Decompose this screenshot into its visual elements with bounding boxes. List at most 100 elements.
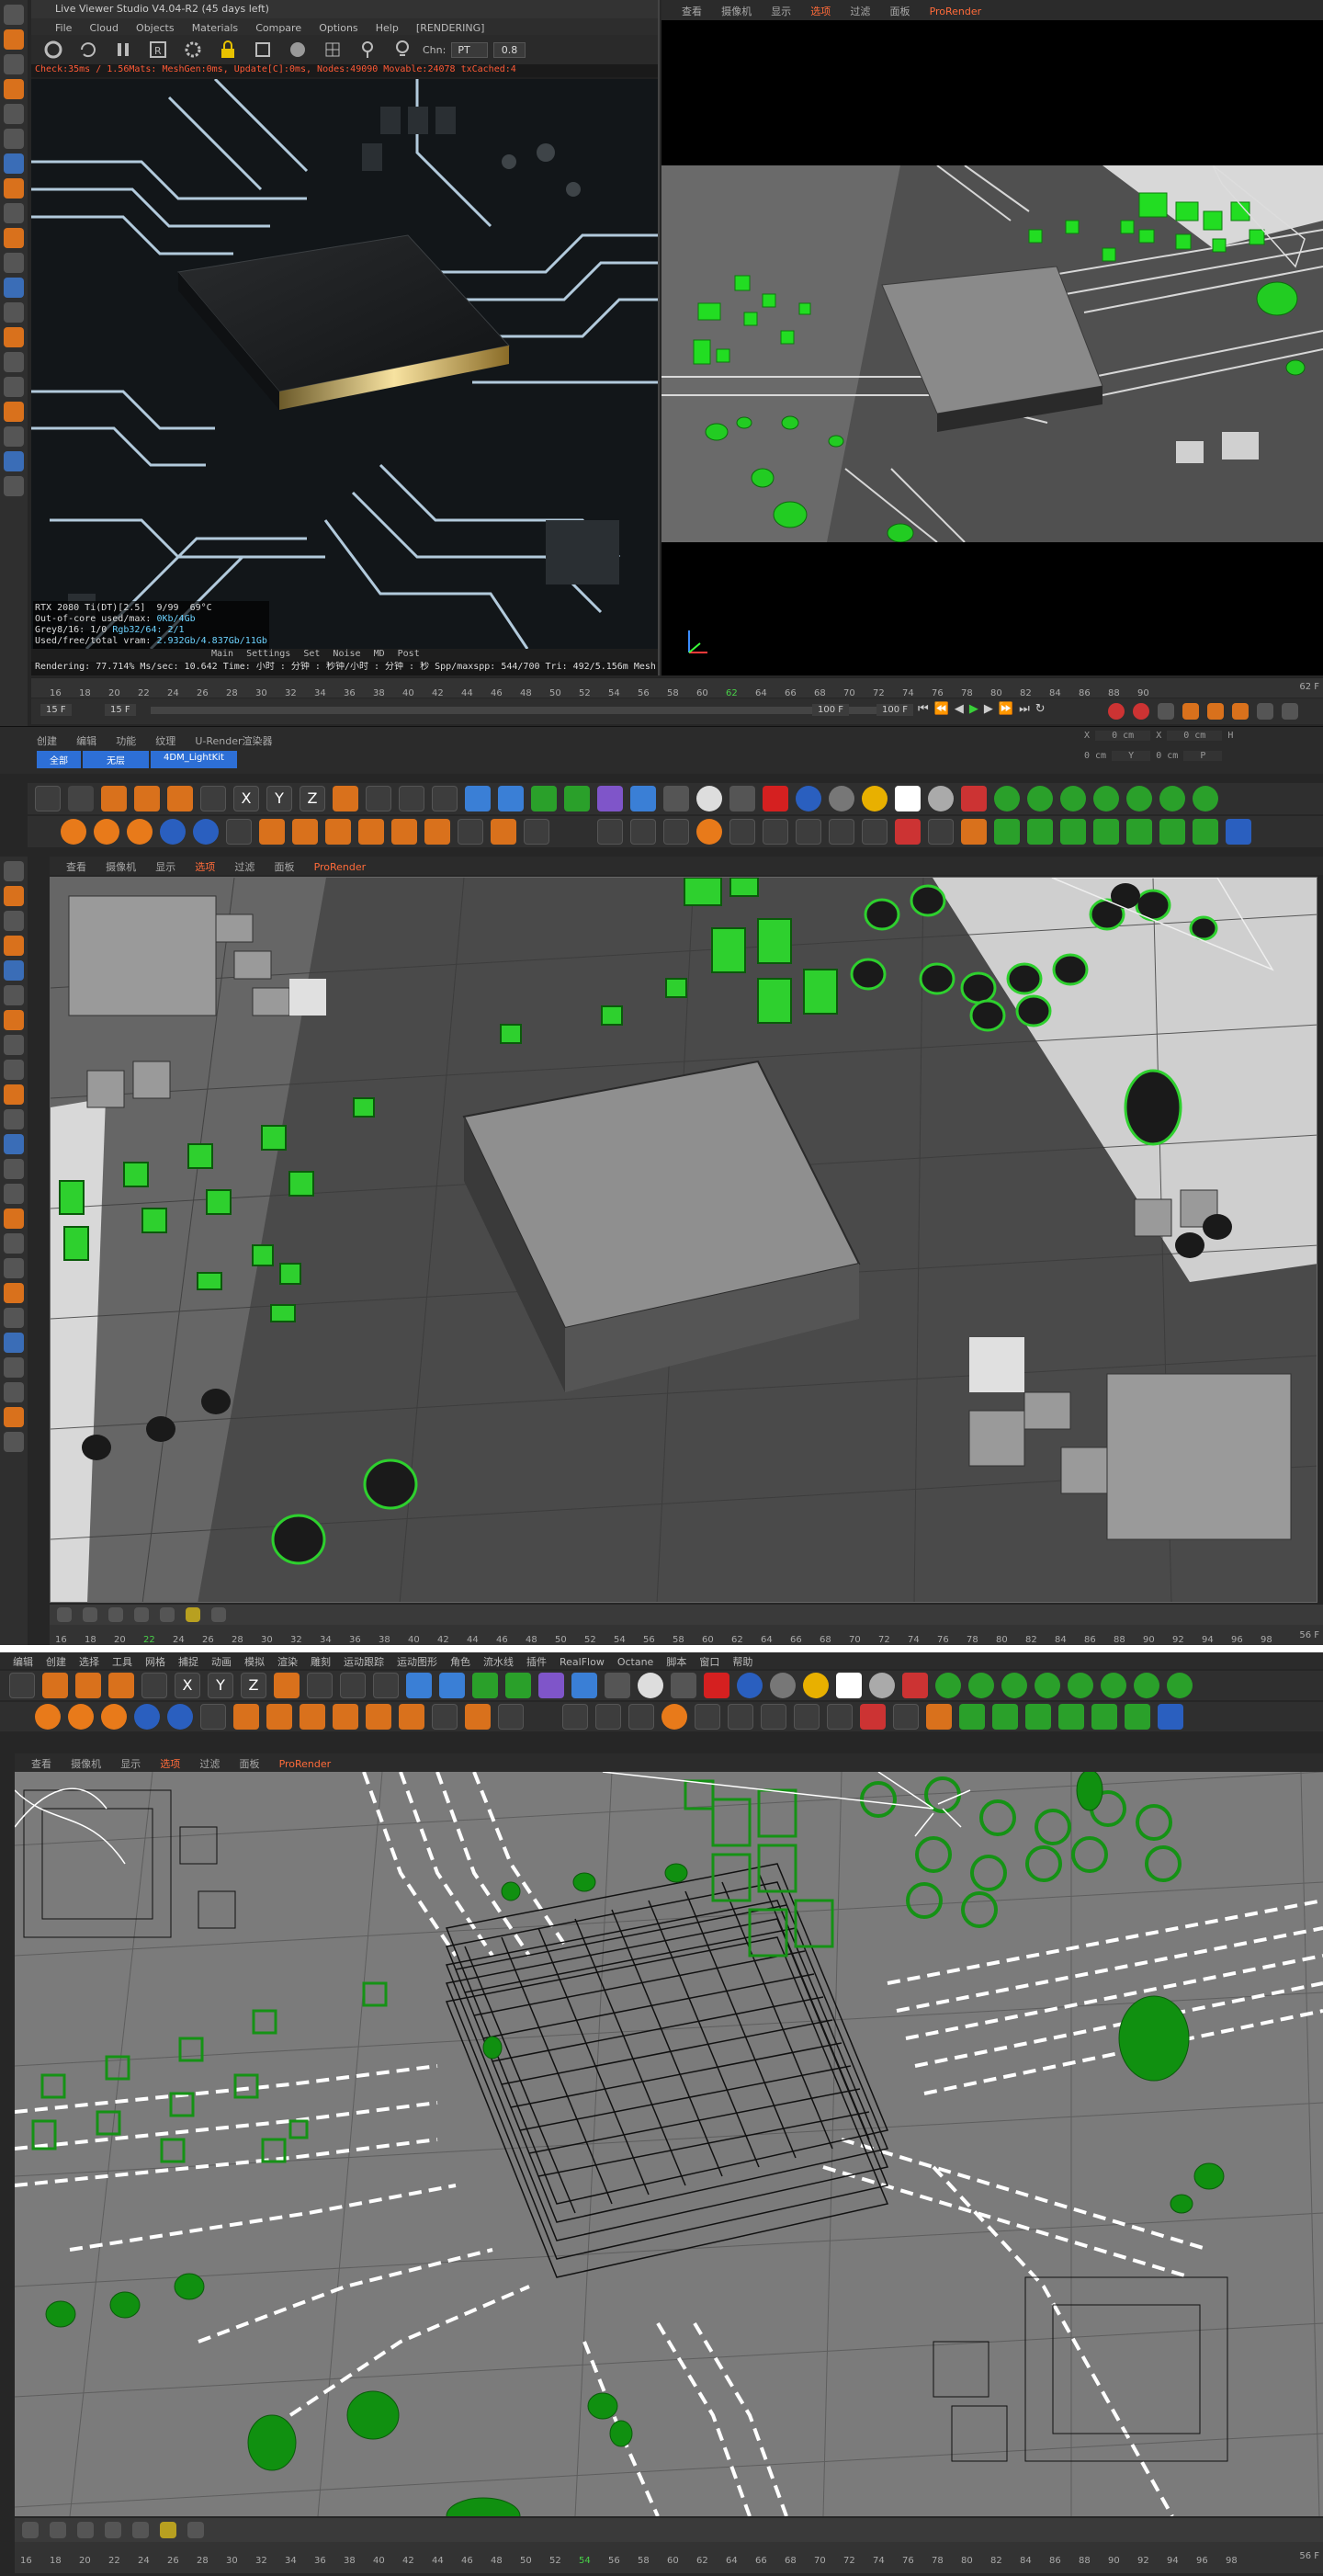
next-key-icon[interactable]: ⏩ xyxy=(999,702,1013,716)
menu-objects[interactable]: Objects xyxy=(136,22,175,34)
object-icon[interactable] xyxy=(1091,1704,1117,1730)
paint-icon[interactable] xyxy=(562,1704,588,1730)
record-icon[interactable] xyxy=(704,1673,729,1698)
object-icon[interactable] xyxy=(1159,819,1185,845)
object-icon[interactable] xyxy=(992,1704,1018,1730)
octane-icon[interactable] xyxy=(671,1673,696,1698)
tl-icon[interactable] xyxy=(186,1607,200,1622)
refresh-icon[interactable] xyxy=(75,37,101,62)
render-picture-icon[interactable] xyxy=(340,1673,366,1698)
camera-icon[interactable] xyxy=(663,786,689,811)
record-icon[interactable] xyxy=(763,786,788,811)
tool-icon[interactable] xyxy=(4,153,24,174)
gear-icon[interactable] xyxy=(968,1673,994,1698)
tool-icon[interactable] xyxy=(4,1432,24,1452)
deformer-icon[interactable] xyxy=(597,786,623,811)
object-icon[interactable] xyxy=(1158,1704,1183,1730)
tool-icon[interactable] xyxy=(4,5,24,25)
camera-icon[interactable] xyxy=(605,1673,630,1698)
main-menu-item[interactable]: 工具 xyxy=(112,1656,132,1668)
cloner-icon[interactable] xyxy=(564,786,590,811)
tool-icon[interactable] xyxy=(4,1159,24,1179)
record-icon[interactable] xyxy=(1108,703,1125,720)
menu-options[interactable]: Options xyxy=(319,22,357,34)
tab-settings[interactable]: Settings xyxy=(246,649,290,659)
rect-light-icon[interactable] xyxy=(895,786,921,811)
tool-icon[interactable] xyxy=(4,1010,24,1030)
square-icon[interactable] xyxy=(250,37,276,62)
scale-icon[interactable] xyxy=(134,786,160,811)
gear-icon[interactable] xyxy=(1101,1673,1126,1698)
light-icon[interactable] xyxy=(390,37,415,62)
tool-icon[interactable] xyxy=(4,1258,24,1278)
menu-filter[interactable]: 过滤 xyxy=(850,6,870,17)
tool-icon[interactable] xyxy=(4,886,24,906)
main-menu-item[interactable]: 雕刻 xyxy=(311,1656,331,1668)
go-end-icon[interactable]: ⏭ xyxy=(1019,702,1030,716)
main-menu-item[interactable]: 模拟 xyxy=(244,1656,265,1668)
coord-value[interactable]: P xyxy=(1183,751,1223,761)
object-icon[interactable] xyxy=(1193,819,1218,845)
viewport-top-right[interactable]: 查看 摄像机 显示 选项 过滤 面板 ProRender xyxy=(662,0,1323,675)
tab-all[interactable]: 全部 xyxy=(37,751,81,768)
pen-icon[interactable] xyxy=(498,786,524,811)
timeline-middle[interactable]: 16 18 20 22 24 26 28 30 32 34 36 38 40 42 44 46 48 50 52 54… xyxy=(50,1605,1323,1645)
tab-set[interactable]: Set xyxy=(303,649,320,659)
loop-icon[interactable]: ↻ xyxy=(1035,702,1046,716)
layout-icon[interactable] xyxy=(524,819,549,845)
tool-icon[interactable] xyxy=(4,178,24,199)
menu-filter[interactable]: 过滤 xyxy=(199,1758,220,1770)
tool-icon[interactable] xyxy=(4,1308,24,1328)
tool-icon[interactable] xyxy=(4,253,24,273)
prev-frame-icon[interactable]: ◀ xyxy=(955,702,964,716)
tl-icon[interactable] xyxy=(83,1607,97,1622)
nav-icon[interactable] xyxy=(300,1704,325,1730)
om-menu-create[interactable]: 创建 xyxy=(37,735,57,747)
keyframe-icon[interactable] xyxy=(827,1704,853,1730)
main-menu-item[interactable]: 脚本 xyxy=(666,1656,686,1668)
tool-icon[interactable] xyxy=(4,129,24,149)
rotate-key-icon[interactable] xyxy=(1207,703,1224,720)
tl-icon[interactable] xyxy=(134,1607,149,1622)
nav-icon[interactable] xyxy=(358,819,384,845)
tool-icon[interactable] xyxy=(4,228,24,248)
gear-icon[interactable] xyxy=(1126,786,1152,811)
exposure-field[interactable]: 0.8 xyxy=(492,41,526,58)
main-menu-item[interactable]: 运动跟踪 xyxy=(344,1656,384,1668)
param-key-icon[interactable] xyxy=(1257,703,1273,720)
tool-icon[interactable] xyxy=(4,1109,24,1129)
grid-icon[interactable] xyxy=(160,819,186,845)
menu-filter[interactable]: 过滤 xyxy=(234,861,254,873)
menu-options[interactable]: 选项 xyxy=(195,861,215,873)
menu-prorender[interactable]: ProRender xyxy=(279,1758,332,1770)
menu-compare[interactable]: Compare xyxy=(255,22,301,34)
tl-icon[interactable] xyxy=(22,2522,39,2538)
light-icon[interactable] xyxy=(638,1673,663,1698)
cube-icon[interactable] xyxy=(465,786,491,811)
half-circle-icon[interactable] xyxy=(829,786,854,811)
gear-icon[interactable] xyxy=(40,37,66,62)
sphere-icon[interactable] xyxy=(61,819,86,845)
min-frame-field[interactable]: 15 F xyxy=(105,704,136,716)
main-menu-item[interactable]: 运动图形 xyxy=(397,1656,437,1668)
snap-icon[interactable] xyxy=(662,1704,687,1730)
main-menu-item[interactable]: 网格 xyxy=(145,1656,165,1668)
gear-icon[interactable] xyxy=(1001,1673,1027,1698)
select-icon[interactable] xyxy=(9,1673,35,1698)
light-icon[interactable] xyxy=(696,786,722,811)
coord-system-icon[interactable] xyxy=(274,1673,300,1698)
move-key-icon[interactable] xyxy=(1182,703,1199,720)
main-menu-item[interactable]: 窗口 xyxy=(699,1656,719,1668)
select-icon[interactable] xyxy=(35,786,61,811)
material-icon[interactable] xyxy=(961,786,987,811)
autokey-icon[interactable] xyxy=(1133,703,1149,720)
nav-icon[interactable] xyxy=(259,819,285,845)
main-menu-item[interactable]: 帮助 xyxy=(732,1656,752,1668)
axis-z-button[interactable]: Z xyxy=(241,1673,266,1698)
recent-tool-icon[interactable] xyxy=(141,1673,167,1698)
knife-icon[interactable] xyxy=(663,819,689,845)
timeline-bottom[interactable]: 16 18 20 22 24 26 28 30 32 34 36 38 40 42 44 46 48 50 52 54… xyxy=(15,2518,1323,2573)
cloner-icon[interactable] xyxy=(505,1673,531,1698)
sphere-icon[interactable] xyxy=(101,1704,127,1730)
deformer-icon[interactable] xyxy=(538,1673,564,1698)
